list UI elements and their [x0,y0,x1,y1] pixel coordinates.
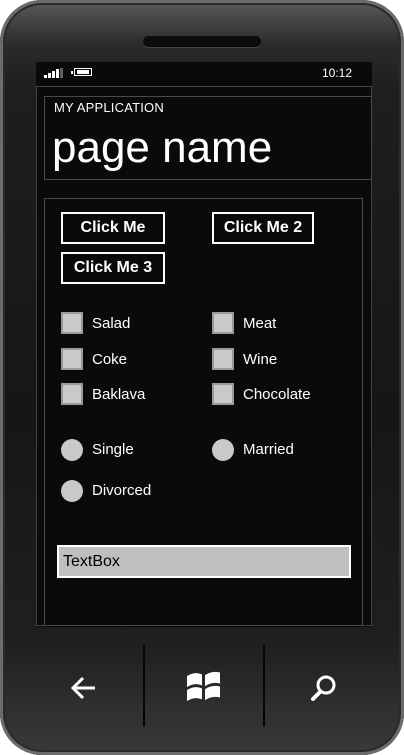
chocolate-checkbox[interactable] [212,383,234,405]
battery-icon [71,68,92,76]
status-time: 10:12 [321,66,352,80]
baklava-label: Baklava [92,386,146,403]
start-key[interactable] [145,645,263,727]
phone-frame: 10:12 MY APPLICATION page name Click Me … [0,0,404,755]
click-me-button[interactable]: Click Me [61,212,165,244]
married-label: Married [243,441,294,458]
meat-checkbox[interactable] [212,312,234,334]
status-bar: 10:12 [36,62,372,84]
textbox-input[interactable] [57,545,351,578]
click-me-3-button[interactable]: Click Me 3 [61,252,165,284]
single-label: Single [92,441,134,458]
divorced-label: Divorced [92,482,152,499]
windows-logo-icon [187,671,220,701]
phone-screen: 10:12 MY APPLICATION page name Click Me … [36,62,372,627]
signal-strength-icon [44,68,64,78]
baklava-checkbox[interactable] [61,383,83,405]
meat-label: Meat [243,315,277,332]
salad-label: Salad [92,315,131,332]
divorced-radio[interactable] [61,480,83,502]
page-title: page name [52,123,273,172]
chocolate-label: Chocolate [243,386,311,403]
application-title: MY APPLICATION [54,100,164,115]
single-radio[interactable] [61,439,83,461]
coke-label: Coke [92,351,128,368]
speaker-grille [143,36,261,47]
coke-checkbox[interactable] [61,348,83,370]
wine-checkbox[interactable] [212,348,234,370]
wine-label: Wine [243,351,278,368]
salad-checkbox[interactable] [61,312,83,334]
title-panel: MY APPLICATION page name [44,96,372,180]
search-icon [311,675,336,701]
married-radio[interactable] [212,439,234,461]
back-key[interactable] [25,645,143,727]
click-me-2-button[interactable]: Click Me 2 [212,212,314,244]
search-key[interactable] [265,645,383,727]
back-arrow-icon [70,676,95,700]
